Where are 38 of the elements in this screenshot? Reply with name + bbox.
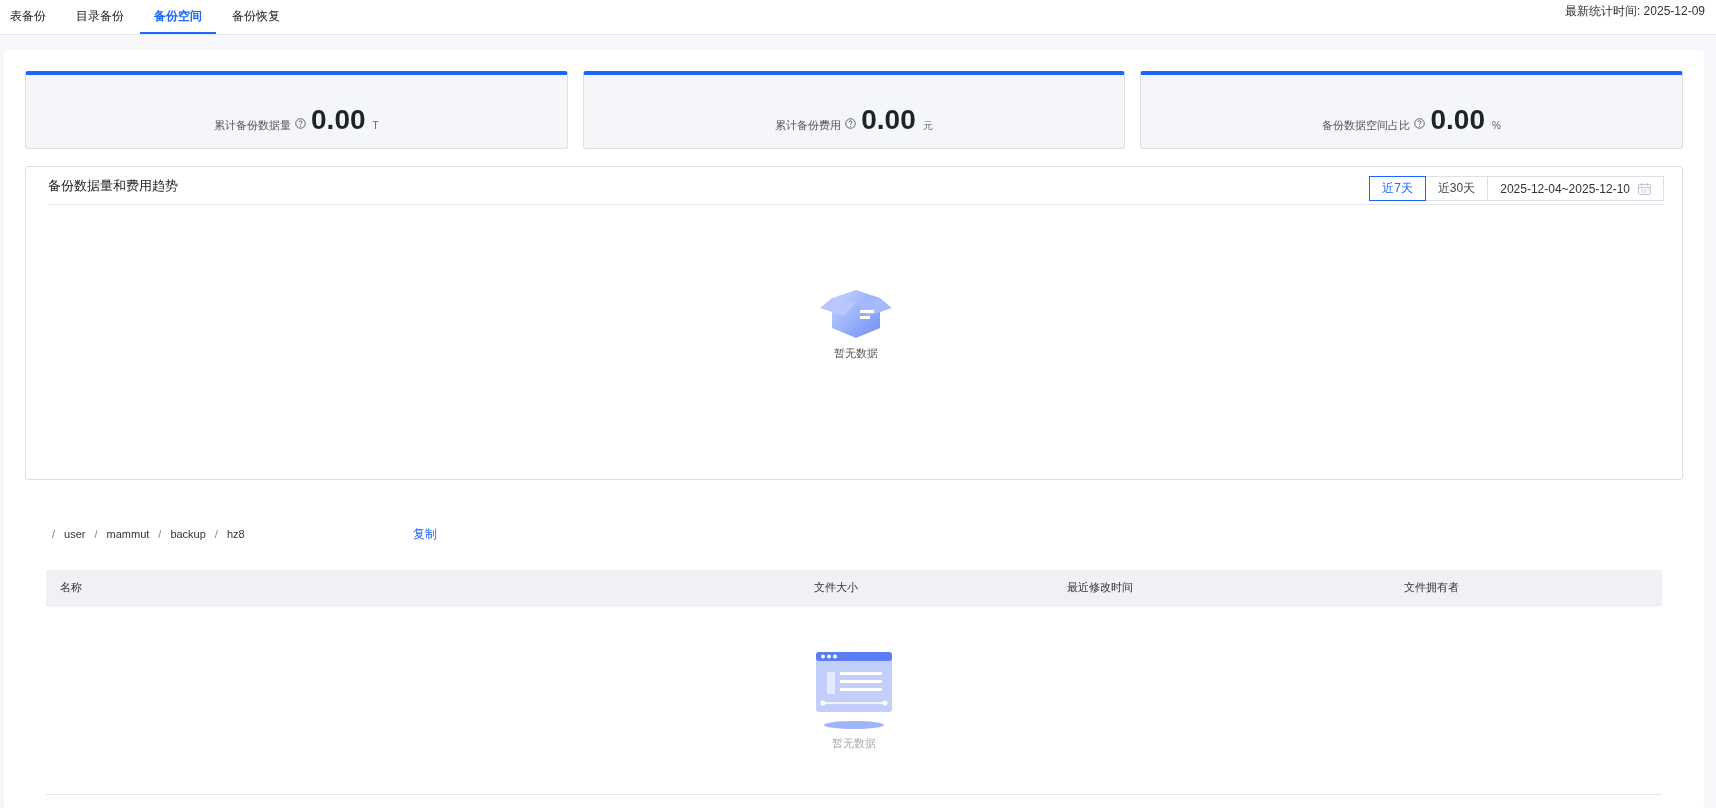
tab[interactable]: 表备份 <box>10 0 60 34</box>
stat-value: 0.00 <box>311 104 366 136</box>
empty-window-icon <box>816 652 892 730</box>
stat-label: 备份数据空间占比 <box>1322 118 1411 133</box>
column-header: 文件大小 <box>814 580 859 595</box>
help-icon[interactable] <box>1414 117 1426 129</box>
calendar-icon <box>1638 182 1651 195</box>
panel-title: 备份数据量和费用趋势 <box>48 176 178 195</box>
tab[interactable]: 备份空间 <box>140 0 216 34</box>
breadcrumb-separator: / <box>214 528 218 540</box>
range-button[interactable]: 近30天 <box>1424 176 1489 201</box>
stat-unit: T <box>372 120 379 131</box>
breadcrumb-separator: / <box>52 528 56 540</box>
stat-unit: % <box>1491 120 1501 131</box>
column-header: 名称 <box>60 580 83 595</box>
help-icon[interactable] <box>845 117 857 129</box>
date-range-picker[interactable]: 2025-12-04~2025-12-10 <box>1487 176 1664 201</box>
stat-value: 0.00 <box>1430 104 1485 136</box>
stat-label: 累计备份数据量 <box>214 118 292 133</box>
column-header: 文件拥有者 <box>1404 580 1460 595</box>
stat-time: 最新统计时间: 2025-12-09 <box>1564 2 1705 20</box>
copy-link[interactable]: 复制 <box>413 525 437 543</box>
breadcrumb-item[interactable]: hz8 <box>226 528 245 540</box>
column-header: 最近修改时间 <box>1067 580 1134 595</box>
breadcrumb-item[interactable]: backup <box>170 528 206 540</box>
help-icon[interactable] <box>295 117 307 129</box>
breadcrumb-item[interactable]: mammut <box>106 528 150 540</box>
tab[interactable]: 目录备份 <box>62 0 138 34</box>
stat-label: 累计备份费用 <box>775 118 842 133</box>
range-button[interactable]: 近7天 <box>1369 176 1426 201</box>
tab[interactable]: 备份恢复 <box>218 0 294 34</box>
stat-value: 0.00 <box>861 104 916 136</box>
stat-unit: 元 <box>922 119 933 133</box>
breadcrumb-separator: / <box>158 528 162 540</box>
breadcrumb-separator: / <box>94 528 98 540</box>
breadcrumb-item[interactable]: user <box>64 528 86 540</box>
empty-message: 暂无数据 <box>832 736 876 751</box>
empty-message: 暂无数据 <box>834 345 878 361</box>
